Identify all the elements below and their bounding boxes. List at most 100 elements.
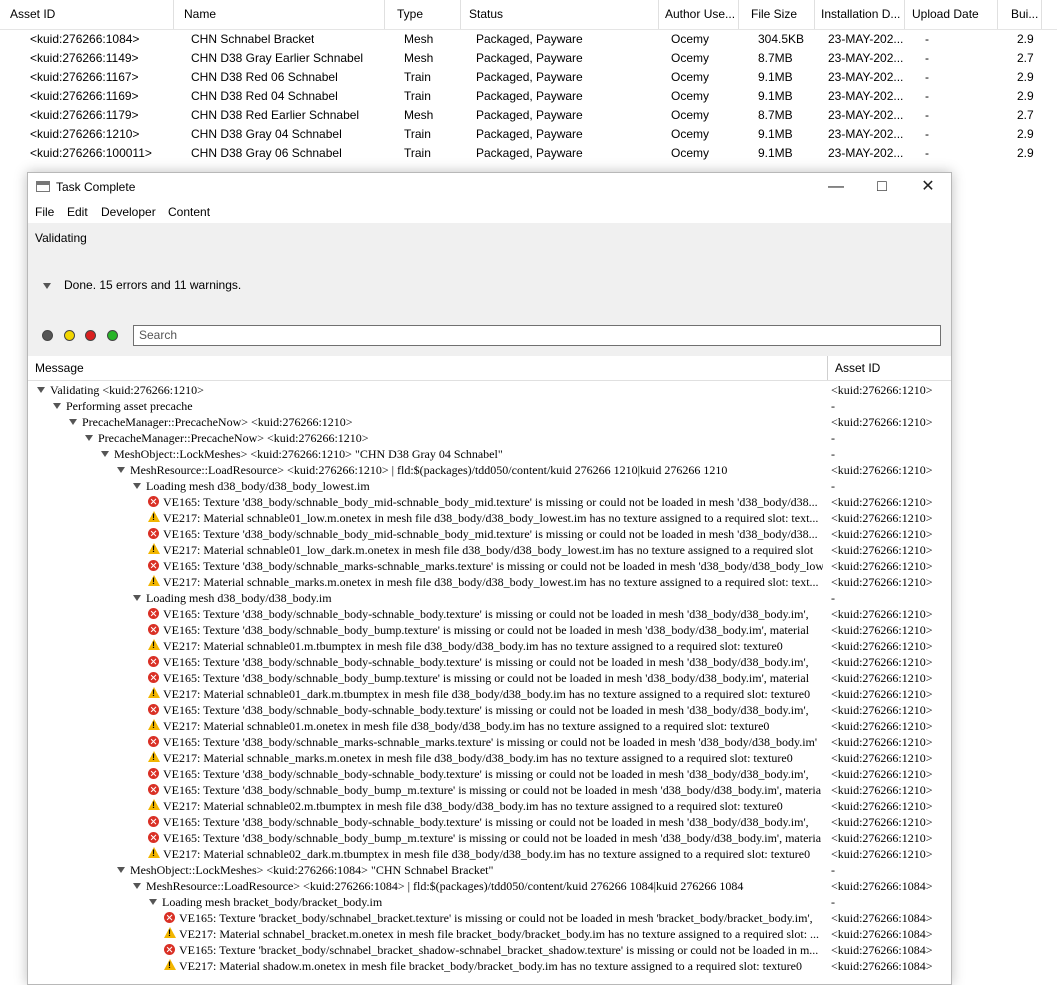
log-row[interactable]: VE165: Texture 'd38_body/schnable_body-s… xyxy=(28,814,951,830)
log-row[interactable]: VE165: Texture 'd38_body/schnable_body_b… xyxy=(28,622,951,638)
table-row[interactable]: <kuid:276266:1149> CHN D38 Gray Earlier S… xyxy=(0,49,1057,68)
log-asset-id: <kuid:276266:1210> xyxy=(831,847,933,861)
log-row[interactable]: VE217: Material schnable01_low_dark.m.on… xyxy=(28,542,951,558)
cell-author: Ocemy xyxy=(671,127,710,141)
column-separator[interactable] xyxy=(827,356,828,380)
column-header-asset-id[interactable]: Asset ID xyxy=(4,0,174,29)
maximize-icon[interactable]: □ xyxy=(859,173,905,201)
log-row[interactable]: VE165: Texture 'd38_body/schnable_body_m… xyxy=(28,526,951,542)
cell-author: Ocemy xyxy=(671,32,710,46)
log-message: VE217: Material schnable_marks.m.onetex … xyxy=(163,751,793,765)
log-message: VE165: Texture 'd38_body/schnable_body_b… xyxy=(163,831,822,845)
column-header-status[interactable]: Status xyxy=(463,0,659,29)
column-header-installation-date[interactable]: Installation D... xyxy=(815,0,905,29)
column-header-upload-date[interactable]: Upload Date xyxy=(906,0,998,29)
filter-all-icon[interactable] xyxy=(42,330,53,341)
log-message: VE217: Material schnable02_dark.m.tbumpt… xyxy=(163,847,811,861)
log-row[interactable]: Validating <kuid:276266:1210> <kuid:27626… xyxy=(28,382,951,398)
log-row[interactable]: VE165: Texture 'd38_body/schnable_marks-… xyxy=(28,734,951,750)
log-message: VE217: Material schnable01.m.onetex in m… xyxy=(163,719,770,733)
filter-warnings-icon[interactable] xyxy=(64,330,75,341)
log-row[interactable]: VE165: Texture 'd38_body/schnable_body-s… xyxy=(28,766,951,782)
log-row[interactable]: MeshResource::LoadResource> <kuid:276266… xyxy=(28,462,951,478)
log-row[interactable]: MeshObject::LockMeshes> <kuid:276266:108… xyxy=(28,862,951,878)
table-row[interactable]: <kuid:276266:1167> CHN D38 Red 06 Schnabe… xyxy=(0,68,1057,87)
search-input[interactable]: Search xyxy=(133,325,941,346)
expand-arrow-icon[interactable] xyxy=(117,867,125,873)
log-row[interactable]: VE217: Material schnable02_dark.m.tbumpt… xyxy=(28,846,951,862)
log-row[interactable]: VE217: Material schnable01.m.tbumptex in… xyxy=(28,638,951,654)
log-row[interactable]: VE217: Material schnable01_dark.m.tbumpt… xyxy=(28,686,951,702)
log-asset-id: - xyxy=(831,591,835,605)
log-row[interactable]: MeshObject::LockMeshes> <kuid:276266:121… xyxy=(28,446,951,462)
log-row[interactable]: VE165: Texture 'd38_body/schnable_body_m… xyxy=(28,494,951,510)
cell-upload-date: - xyxy=(925,51,929,65)
column-header-type[interactable]: Type xyxy=(391,0,461,29)
cell-installation-date: 23-MAY-202... xyxy=(828,127,904,141)
column-header-name[interactable]: Name xyxy=(178,0,385,29)
minimize-icon[interactable]: — xyxy=(813,173,859,201)
log-row[interactable]: VE165: Texture 'd38_body/schnable_body_b… xyxy=(28,830,951,846)
table-row[interactable]: <kuid:276266:1084> CHN Schnabel Bracket Me… xyxy=(0,30,1057,49)
expand-arrow-icon[interactable] xyxy=(133,883,141,889)
expand-arrow-icon[interactable] xyxy=(117,467,125,473)
log-row[interactable]: VE165: Texture 'bracket_body/schnabel_br… xyxy=(28,910,951,926)
column-header-log-asset-id[interactable]: Asset ID xyxy=(835,356,880,380)
expand-arrow-icon[interactable] xyxy=(85,435,93,441)
log-message: VE165: Texture 'bracket_body/schnabel_br… xyxy=(179,911,813,925)
menu-developer[interactable]: Developer xyxy=(101,201,156,223)
column-header-file-size[interactable]: File Size xyxy=(745,0,815,29)
filter-messages-icon[interactable] xyxy=(107,330,118,341)
table-row[interactable]: <kuid:276266:100011> CHN D38 Gray 06 Schn… xyxy=(0,144,1057,163)
log-row[interactable]: VE217: Material schnable_marks.m.onetex … xyxy=(28,750,951,766)
column-header-author[interactable]: Author Use... xyxy=(659,0,739,29)
cell-build: 2.7 xyxy=(1017,108,1034,122)
log-row[interactable]: VE217: Material shadow.m.onetex in mesh … xyxy=(28,958,951,974)
log-row[interactable]: VE165: Texture 'd38_body/schnable_body_b… xyxy=(28,670,951,686)
log-row[interactable]: PrecacheManager::PrecacheNow> <kuid:2762… xyxy=(28,430,951,446)
menu-file[interactable]: File xyxy=(35,201,54,223)
expand-arrow-icon[interactable] xyxy=(133,595,141,601)
log-row[interactable]: VE217: Material schnable_marks.m.onetex … xyxy=(28,574,951,590)
expand-arrow-icon[interactable] xyxy=(149,899,157,905)
train-icon xyxy=(5,129,21,141)
log-row[interactable]: VE165: Texture 'd38_body/schnable_body-s… xyxy=(28,654,951,670)
log-row[interactable]: VE165: Texture 'd38_body/schnable_marks-… xyxy=(28,558,951,574)
column-header-build[interactable]: Bui... xyxy=(1005,0,1042,29)
expand-arrow-icon[interactable] xyxy=(133,483,141,489)
filter-errors-icon[interactable] xyxy=(85,330,96,341)
dialog-title-bar[interactable]: Task Complete — □ ✕ xyxy=(28,173,951,201)
summary-expand-icon[interactable] xyxy=(43,283,51,289)
column-header-message[interactable]: Message xyxy=(35,356,84,380)
log-row[interactable]: VE165: Texture 'd38_body/schnable_body-s… xyxy=(28,606,951,622)
warning-icon xyxy=(148,511,160,522)
log-row[interactable]: Loading mesh d38_body/d38_body_lowest.im… xyxy=(28,478,951,494)
log-row[interactable]: VE217: Material schnable01.m.onetex in m… xyxy=(28,718,951,734)
log-row[interactable]: Loading mesh bracket_body/bracket_body.i… xyxy=(28,894,951,910)
table-row[interactable]: <kuid:276266:1169> CHN D38 Red 04 Schnabe… xyxy=(0,87,1057,106)
table-row[interactable]: <kuid:276266:1210> CHN D38 Gray 04 Schnab… xyxy=(0,125,1057,144)
log-row[interactable]: VE217: Material schnable02.m.tbumptex in… xyxy=(28,798,951,814)
log-row[interactable]: Performing asset precache - xyxy=(28,398,951,414)
log-row[interactable]: VE165: Texture 'd38_body/schnable_body-s… xyxy=(28,702,951,718)
log-row[interactable]: Loading mesh d38_body/d38_body.im - xyxy=(28,590,951,606)
close-icon[interactable]: ✕ xyxy=(905,173,951,201)
log-row[interactable]: VE217: Material schnable01_low.m.onetex … xyxy=(28,510,951,526)
log-message: VE165: Texture 'd38_body/schnable_body-s… xyxy=(163,655,809,669)
log-row[interactable]: PrecacheManager::PrecacheNow> <kuid:2762… xyxy=(28,414,951,430)
table-row[interactable]: <kuid:276266:1179> CHN D38 Red Earlier Sc… xyxy=(0,106,1057,125)
expand-arrow-icon[interactable] xyxy=(69,419,77,425)
log-row[interactable]: VE165: Texture 'd38_body/schnable_body_b… xyxy=(28,782,951,798)
cell-author: Ocemy xyxy=(671,108,710,122)
expand-arrow-icon[interactable] xyxy=(101,451,109,457)
log-row[interactable]: VE217: Material schnabel_bracket.m.onete… xyxy=(28,926,951,942)
warning-icon xyxy=(148,639,160,650)
expand-arrow-icon[interactable] xyxy=(37,387,45,393)
log-row[interactable]: VE165: Texture 'bracket_body/schnabel_br… xyxy=(28,942,951,958)
log-row[interactable]: MeshResource::LoadResource> <kuid:276266… xyxy=(28,878,951,894)
menu-content[interactable]: Content xyxy=(168,201,210,223)
cell-type: Mesh xyxy=(404,32,434,46)
expand-arrow-icon[interactable] xyxy=(53,403,61,409)
menu-edit[interactable]: Edit xyxy=(67,201,88,223)
log-header: Message Asset ID xyxy=(28,356,951,381)
